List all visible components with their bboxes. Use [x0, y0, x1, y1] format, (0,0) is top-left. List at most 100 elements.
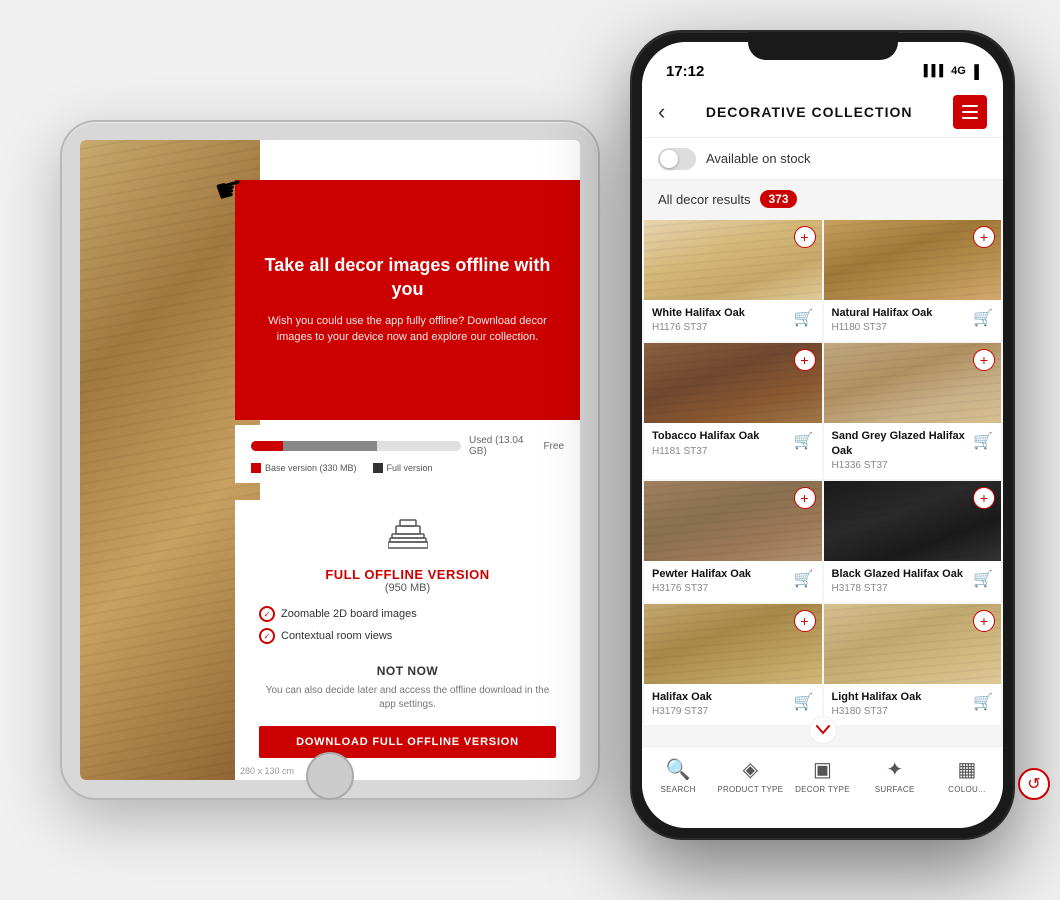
battery-icon: ▐: [970, 64, 979, 79]
product-name: Sand Grey Glazed Halifax Oak: [832, 429, 974, 458]
product-image: +: [824, 220, 1002, 300]
legend-full-dot: [373, 463, 383, 473]
iphone-notch: [748, 32, 898, 60]
product-info: Pewter Halifax Oak H3176 ST37 🛒: [644, 561, 822, 602]
add-to-wishlist-button[interactable]: +: [973, 226, 995, 248]
ipad-dimensions: 280 x 130 cm: [240, 766, 294, 776]
add-to-cart-button[interactable]: 🛒: [973, 308, 993, 328]
add-to-cart-button[interactable]: 🛒: [973, 431, 993, 451]
ipad-red-title: Take all decor images offline with you: [255, 254, 560, 301]
product-card: + Natural Halifax Oak H1180 ST37 🛒: [824, 220, 1002, 341]
add-to-wishlist-button[interactable]: +: [973, 487, 995, 509]
toggle-row: Available on stock: [642, 138, 1003, 180]
product-code: H3179 ST37: [652, 706, 712, 717]
product-card: + Light Halifax Oak H3180 ST37 🛒: [824, 604, 1002, 725]
storage-legend: Base version (330 MB) Full version: [251, 463, 564, 473]
product-image: +: [644, 481, 822, 561]
add-to-wishlist-button[interactable]: +: [794, 349, 816, 371]
toggle-label: Available on stock: [706, 151, 811, 166]
bottom-nav: 🔍 SEARCH ◈ PRODUCT TYPE ▣ DECOR TYPE ✦ S…: [642, 746, 1003, 828]
card-later-text: You can also decide later and access the…: [259, 684, 556, 712]
product-name: Pewter Halifax Oak: [652, 567, 751, 581]
product-info: White Halifax Oak H1176 ST37 🛒: [644, 300, 822, 341]
status-time: 17:12: [666, 63, 704, 80]
nav-item-search[interactable]: 🔍 SEARCH: [642, 757, 714, 794]
add-to-cart-button[interactable]: 🛒: [794, 431, 814, 451]
results-label: All decor results: [658, 192, 750, 207]
scroll-indicator[interactable]: [809, 716, 837, 744]
nav-icon-2: ▣: [813, 757, 832, 782]
product-image: +: [824, 481, 1002, 561]
card-version-size: (950 MB): [385, 582, 430, 594]
status-icons: ▌▌▌ 4G ▐: [924, 64, 979, 79]
nav-label-2: DECOR TYPE: [795, 785, 850, 794]
product-code: H1180 ST37: [832, 322, 933, 333]
network-label: 4G: [951, 65, 966, 77]
check-circle-2: ✓: [259, 628, 275, 644]
ipad-home-button[interactable]: [306, 752, 354, 800]
product-name: White Halifax Oak: [652, 306, 745, 320]
iphone-screen: 17:12 ▌▌▌ 4G ▐ ‹ DECORATIVE COLLECTION: [642, 42, 1003, 828]
nav-item-decortype[interactable]: ▣ DECOR TYPE: [786, 757, 858, 794]
legend-base-dot: [251, 463, 261, 473]
product-info: Natural Halifax Oak H1180 ST37 🛒: [824, 300, 1002, 341]
nav-item-surface[interactable]: ✦ SURFACE: [859, 757, 931, 794]
card-feature-2: ✓ Contextual room views: [259, 628, 556, 644]
add-to-cart-button[interactable]: 🛒: [794, 569, 814, 589]
product-image: +: [824, 604, 1002, 684]
app-header: ‹ DECORATIVE COLLECTION: [642, 86, 1003, 138]
check-circle-1: ✓: [259, 606, 275, 622]
add-to-wishlist-button[interactable]: +: [794, 487, 816, 509]
nav-icon-1: ◈: [743, 757, 758, 782]
product-image: +: [824, 343, 1002, 423]
product-info: Black Glazed Halifax Oak H3178 ST37 🛒: [824, 561, 1002, 602]
results-row: All decor results 373: [642, 180, 1003, 218]
product-code: H1176 ST37: [652, 322, 745, 333]
storage-bar-used: [251, 441, 377, 451]
nav-label-1: PRODUCT TYPE: [717, 785, 783, 794]
download-button[interactable]: DOWNLOAD FULL OFFLINE VERSION: [259, 726, 556, 758]
product-image: +: [644, 220, 822, 300]
ipad-storage-section: Used (13.04 GB) Free Base version (330 M…: [235, 425, 580, 483]
product-code: H1181 ST37: [652, 446, 759, 457]
add-to-cart-button[interactable]: 🛒: [794, 692, 814, 712]
nav-item-producttype[interactable]: ◈ PRODUCT TYPE: [714, 757, 786, 794]
nav-label-4: COLOU...: [948, 785, 986, 794]
product-name: Natural Halifax Oak: [832, 306, 933, 320]
iphone-body: 17:12 ▌▌▌ 4G ▐ ‹ DECORATIVE COLLECTION: [630, 30, 1015, 840]
add-to-cart-button[interactable]: 🛒: [973, 569, 993, 589]
card-feature-1: ✓ Zoomable 2D board images: [259, 606, 556, 622]
signal-icon: ▌▌▌: [924, 65, 947, 77]
refresh-icon[interactable]: ↺: [1018, 768, 1050, 800]
menu-line-1: [962, 105, 978, 107]
ipad-red-panel: Take all decor images offline with you W…: [235, 180, 580, 420]
legend-full: Full version: [373, 463, 433, 473]
product-name: Tobacco Halifax Oak: [652, 429, 759, 443]
add-to-wishlist-button[interactable]: +: [794, 226, 816, 248]
legend-base: Base version (330 MB): [251, 463, 357, 473]
back-button[interactable]: ‹: [658, 99, 665, 125]
product-card: + Tobacco Halifax Oak H1181 ST37 🛒: [644, 343, 822, 479]
nav-icon-4: ▦: [957, 757, 976, 782]
nav-item-colou[interactable]: ▦ COLOU...: [931, 757, 1003, 794]
add-to-wishlist-button[interactable]: +: [794, 610, 816, 632]
product-info: Sand Grey Glazed Halifax Oak H1336 ST37 …: [824, 423, 1002, 479]
stock-toggle[interactable]: [658, 148, 696, 170]
menu-button[interactable]: [953, 95, 987, 129]
storage-free-label: Free: [543, 441, 564, 452]
iphone-device: 17:12 ▌▌▌ 4G ▐ ‹ DECORATIVE COLLECTION: [630, 30, 1030, 860]
product-info: Halifax Oak H3179 ST37 🛒: [644, 684, 822, 725]
product-info: Tobacco Halifax Oak H1181 ST37 🛒: [644, 423, 822, 464]
product-code: H3176 ST37: [652, 583, 751, 594]
product-name: Halifax Oak: [652, 690, 712, 704]
ipad-body: ☛ Take all decor images offline with you…: [60, 120, 600, 800]
storage-bar-track: [251, 441, 461, 451]
card-not-now[interactable]: NOT NOW: [377, 664, 439, 678]
add-to-cart-button[interactable]: 🛒: [973, 692, 993, 712]
ipad-device: ☛ Take all decor images offline with you…: [60, 120, 620, 800]
menu-line-2: [962, 111, 978, 113]
storage-used-label: Used (13.04 GB): [469, 435, 541, 457]
card-version-title: FULL OFFLINE VERSION: [325, 567, 489, 582]
product-card: + Black Glazed Halifax Oak H3178 ST37 🛒: [824, 481, 1002, 602]
add-to-cart-button[interactable]: 🛒: [794, 308, 814, 328]
